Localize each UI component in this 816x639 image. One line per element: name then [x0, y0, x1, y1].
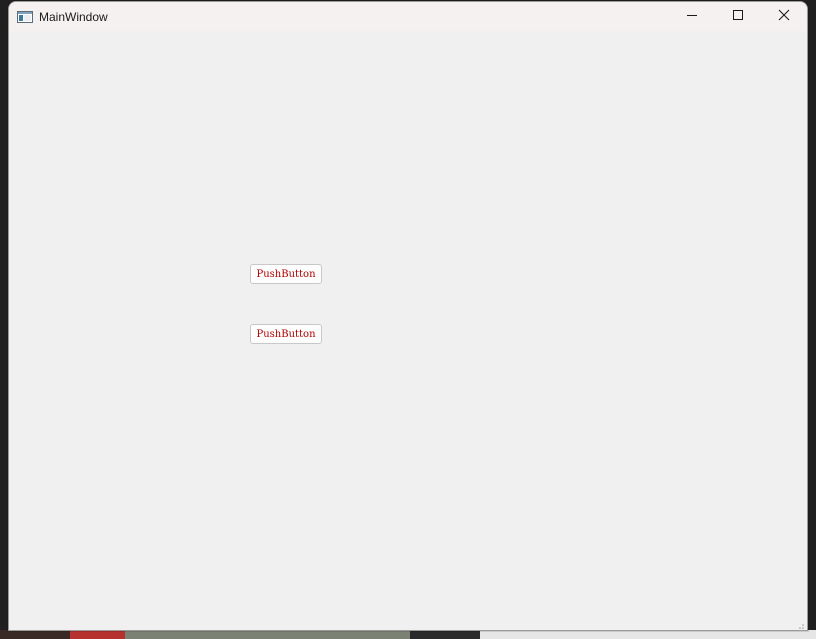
close-icon	[778, 8, 790, 26]
central-widget: PushButton PushButton	[9, 31, 807, 630]
desktop-background	[70, 630, 125, 639]
push-button-1[interactable]: PushButton	[250, 264, 322, 284]
close-button[interactable]	[761, 2, 807, 31]
desktop: MainWindow PushButton PushButton	[0, 0, 816, 639]
app-window-icon	[17, 9, 33, 25]
maximize-icon	[732, 8, 744, 26]
size-grip-icon[interactable]	[795, 620, 805, 630]
desktop-background	[480, 630, 816, 639]
desktop-background	[125, 630, 410, 639]
window-title: MainWindow	[39, 9, 108, 24]
desktop-background	[0, 630, 70, 639]
main-window: MainWindow PushButton PushButton	[8, 1, 808, 631]
minimize-button[interactable]	[669, 2, 715, 31]
minimize-icon	[686, 8, 698, 26]
window-controls	[669, 2, 807, 31]
push-button-2[interactable]: PushButton	[250, 324, 322, 344]
title-bar[interactable]: MainWindow	[9, 2, 807, 31]
desktop-background	[410, 630, 480, 639]
maximize-button[interactable]	[715, 2, 761, 31]
